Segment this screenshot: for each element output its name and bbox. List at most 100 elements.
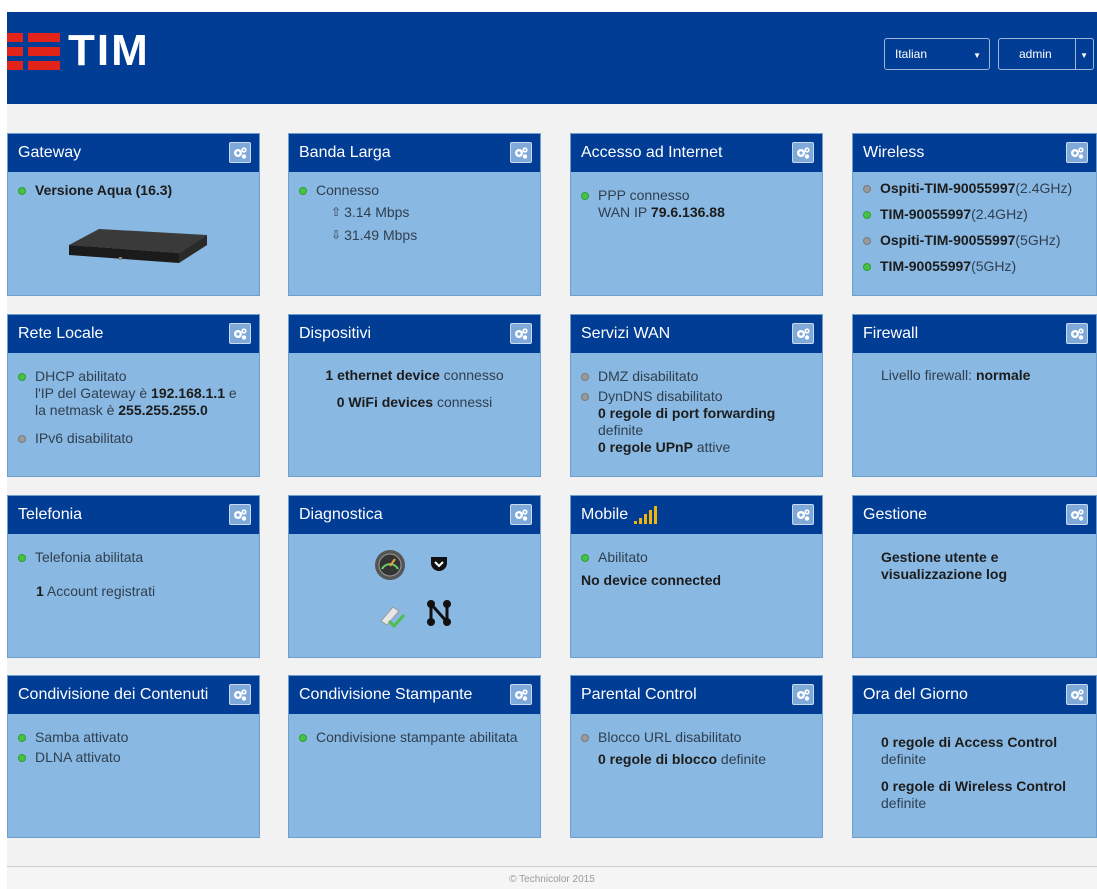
- settings-gear-icon[interactable]: [510, 684, 532, 705]
- settings-gear-icon[interactable]: [1066, 323, 1088, 344]
- settings-gear-icon[interactable]: [229, 684, 251, 705]
- wireless-network-item: TIM-90055997(5GHz): [863, 258, 1086, 275]
- copyright-text: © Technicolor 2015: [509, 874, 595, 885]
- card-header[interactable]: Dispositivi: [289, 315, 540, 353]
- access-control-info: 0 regole di Access Control definite: [881, 734, 1086, 768]
- settings-gear-icon[interactable]: [229, 323, 251, 344]
- card-telephony[interactable]: Telefonia Telefonia abilitata 1 Account …: [7, 495, 260, 658]
- card-parental-control[interactable]: Parental Control Blocco URL disabilitato…: [570, 675, 823, 838]
- network-check-icon[interactable]: [377, 601, 407, 629]
- card-title: Wireless: [863, 144, 925, 161]
- settings-gear-icon[interactable]: [792, 684, 814, 705]
- mobile-device-status: No device connected: [581, 572, 722, 588]
- card-firewall[interactable]: Firewall Livello firewall: normale: [852, 314, 1097, 477]
- access-control-count: 0 regole di Access Control: [881, 734, 1058, 750]
- card-devices[interactable]: Dispositivi 1 ethernet device connesso 0…: [288, 314, 541, 477]
- card-title: Banda Larga: [299, 144, 391, 161]
- card-title: Gestione: [863, 506, 928, 523]
- mobile-status: Abilitato: [598, 549, 648, 565]
- status-grey-icon: [863, 237, 871, 245]
- language-value: Italian: [895, 47, 928, 61]
- accounts-label: Account registrati: [43, 583, 156, 599]
- netmask: 255.255.255.0: [118, 402, 208, 418]
- card-header[interactable]: Ora del Giorno: [853, 676, 1096, 714]
- settings-gear-icon[interactable]: [510, 323, 532, 344]
- card-header[interactable]: Accesso ad Internet: [571, 134, 822, 172]
- download-line: ⇩ 31.49 Mbps: [299, 227, 530, 244]
- upnp-count: 0 regole UPnP: [598, 439, 693, 455]
- card-header[interactable]: Condivisione dei Contenuti: [8, 676, 259, 714]
- card-title: Parental Control: [581, 686, 697, 703]
- card-broadband[interactable]: Banda Larga Connesso ⇧ 3.14 Mbps ⇩ 31.49 M…: [288, 133, 541, 296]
- settings-gear-icon[interactable]: [510, 504, 532, 525]
- samba-status: Samba attivato: [35, 729, 129, 745]
- card-diagnostics[interactable]: Diagnostica: [288, 495, 541, 658]
- download-speed: 31.49 Mbps: [344, 227, 418, 243]
- status-grey-icon: [581, 734, 589, 742]
- card-gateway[interactable]: Gateway Versione Aqua (16.3): [7, 133, 260, 296]
- status-grey-icon: [581, 393, 589, 401]
- status-line: Abilitato: [581, 549, 812, 566]
- caret-down-icon[interactable]: ▼: [1080, 51, 1088, 60]
- status-grey-icon: [863, 185, 871, 193]
- upload-arrow-icon: ⇧: [331, 205, 342, 219]
- divider: [1075, 39, 1076, 69]
- settings-gear-icon[interactable]: [229, 142, 251, 163]
- status-grey-icon: [18, 435, 26, 443]
- tim-logo-mark: [7, 32, 60, 70]
- card-internet[interactable]: Accesso ad Internet PPP connesso WAN IP …: [570, 133, 823, 296]
- card-header[interactable]: Gestione: [853, 496, 1096, 534]
- settings-gear-icon[interactable]: [792, 142, 814, 163]
- card-header[interactable]: Rete Locale: [8, 315, 259, 353]
- language-select[interactable]: Italian ▼: [884, 38, 990, 70]
- card-printer-sharing[interactable]: Condivisione Stampante Condivisione stam…: [288, 675, 541, 838]
- status-green-icon: [863, 263, 871, 271]
- card-title: Gateway: [18, 144, 82, 161]
- status-line: IPv6 disabilitato: [18, 430, 249, 447]
- pocket-icon[interactable]: [429, 554, 449, 574]
- speedometer-icon[interactable]: [374, 549, 406, 581]
- wireless-network-item: Ospiti-TIM-90055997(2.4GHz): [863, 180, 1086, 197]
- card-header[interactable]: Condivisione Stampante: [289, 676, 540, 714]
- card-wan-services[interactable]: Servizi WAN DMZ disabilitato DynDNS disa…: [570, 314, 823, 477]
- accounts-count: 1: [36, 583, 44, 599]
- settings-gear-icon[interactable]: [792, 323, 814, 344]
- wireless-network-item: Ospiti-TIM-90055997(5GHz): [863, 232, 1086, 249]
- settings-gear-icon[interactable]: [510, 142, 532, 163]
- card-header[interactable]: Gateway: [8, 134, 259, 172]
- card-header[interactable]: Banda Larga: [289, 134, 540, 172]
- port-forwarding-label: definite: [598, 422, 644, 438]
- card-header[interactable]: Wireless: [853, 134, 1096, 172]
- card-header[interactable]: Mobile: [571, 496, 822, 534]
- status-line: Connesso: [299, 182, 530, 199]
- network-topology-icon[interactable]: [426, 599, 452, 627]
- wan-ip-value: 79.6.136.88: [650, 204, 725, 220]
- card-title: Dispositivi: [299, 325, 372, 342]
- card-management[interactable]: Gestione Gestione utente e visualizzazio…: [852, 495, 1097, 658]
- card-lan[interactable]: Rete Locale DHCP abilitato l'IP del Gate…: [7, 314, 260, 477]
- telephony-status: Telefonia abilitata: [35, 549, 144, 565]
- settings-gear-icon[interactable]: [1066, 142, 1088, 163]
- card-time-of-day[interactable]: Ora del Giorno 0 regole di Access Contro…: [852, 675, 1097, 838]
- card-header[interactable]: Parental Control: [571, 676, 822, 714]
- status-green-icon: [581, 192, 589, 200]
- card-header[interactable]: Telefonia: [8, 496, 259, 534]
- wireless-control-label: definite: [881, 795, 927, 811]
- card-header[interactable]: Servizi WAN: [571, 315, 822, 353]
- settings-gear-icon[interactable]: [229, 504, 251, 525]
- settings-gear-icon[interactable]: [1066, 504, 1088, 525]
- user-menu[interactable]: admin ▼: [998, 38, 1094, 70]
- card-wireless[interactable]: Wireless Ospiti-TIM-90055997(2.4GHz) TIM…: [852, 133, 1097, 296]
- accounts-info: 1 Account registrati: [18, 583, 249, 600]
- upload-line: ⇧ 3.14 Mbps: [299, 204, 530, 221]
- user-name: admin: [1019, 47, 1052, 61]
- status-line: DLNA attivato: [18, 749, 249, 766]
- card-content-sharing[interactable]: Condivisione dei Contenuti Samba attivat…: [7, 675, 260, 838]
- card-header[interactable]: Firewall: [853, 315, 1096, 353]
- version-text: Versione Aqua (16.3): [35, 182, 173, 198]
- status-green-icon: [863, 211, 871, 219]
- card-header[interactable]: Diagnostica: [289, 496, 540, 534]
- settings-gear-icon[interactable]: [1066, 684, 1088, 705]
- settings-gear-icon[interactable]: [792, 504, 814, 525]
- card-mobile[interactable]: Mobile Abilitato No device connected: [570, 495, 823, 658]
